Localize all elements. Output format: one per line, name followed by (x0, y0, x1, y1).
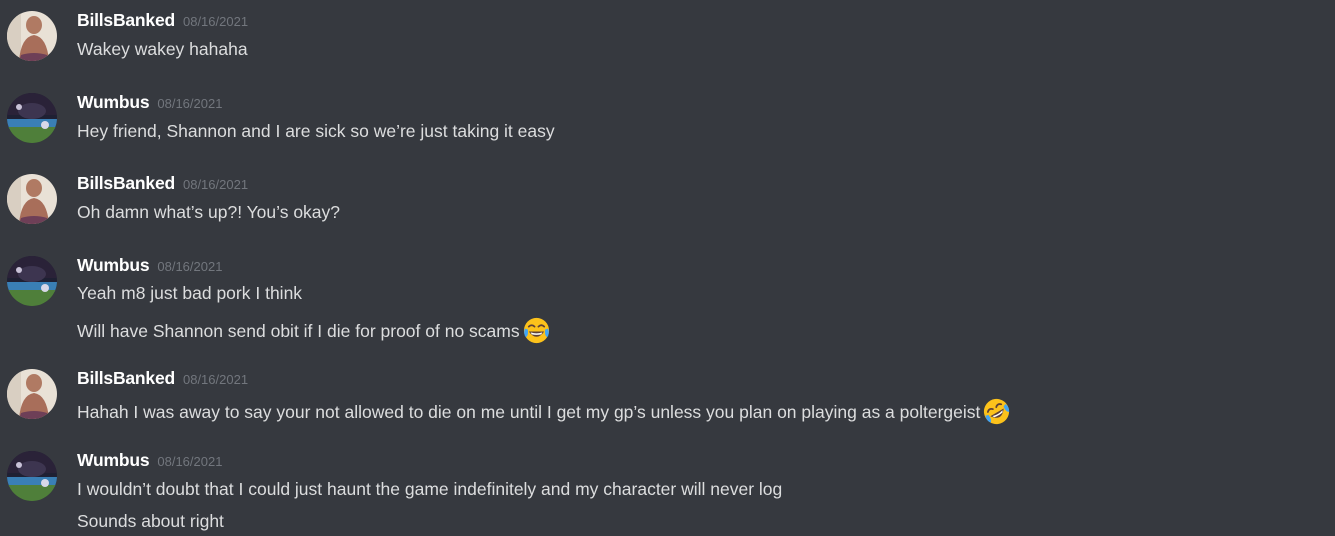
username[interactable]: BillsBanked (77, 173, 175, 193)
timestamp: 08/16/2021 (182, 177, 249, 192)
username[interactable]: Wumbus (77, 92, 150, 112)
message-text: Hahah I was away to say your not allowed… (77, 397, 1011, 426)
message-header: BillsBanked 08/16/2021 (77, 368, 248, 390)
timestamp: 08/16/2021 (182, 372, 249, 387)
username[interactable]: BillsBanked (77, 10, 175, 30)
message-content: Sounds about right (77, 511, 224, 531)
message-content: Hey friend, Shannon and I are sick so we… (77, 121, 555, 141)
message-header: BillsBanked 08/16/2021 (77, 173, 248, 195)
message-content: Will have Shannon send obit if I die for… (77, 321, 520, 341)
rolling-on-floor-laughing-icon[interactable] (982, 397, 1011, 426)
timestamp: 08/16/2021 (157, 454, 223, 469)
message-text: Oh damn what’s up?! You’s okay? (77, 201, 340, 223)
message-text: Will have Shannon send obit if I die for… (77, 316, 551, 345)
username[interactable]: Wumbus (77, 255, 150, 275)
face-with-tears-of-joy-icon[interactable] (522, 316, 551, 345)
username[interactable]: BillsBanked (77, 368, 175, 388)
message-header: Wumbus 08/16/2021 (77, 92, 222, 114)
user-avatar-wumbus[interactable] (7, 451, 57, 501)
user-avatar-wumbus[interactable] (7, 93, 57, 143)
timestamp: 08/16/2021 (182, 14, 249, 29)
user-avatar-billsbanked[interactable] (7, 174, 57, 224)
message-text: Wakey wakey hahaha (77, 38, 248, 60)
message-header: BillsBanked 08/16/2021 (77, 10, 248, 32)
message-text: Sounds about right (77, 510, 224, 532)
message-text: Hey friend, Shannon and I are sick so we… (77, 120, 555, 142)
message-content: Hahah I was away to say your not allowed… (77, 402, 981, 422)
message-content: Yeah m8 just bad pork I think (77, 283, 303, 303)
username[interactable]: Wumbus (77, 450, 150, 470)
timestamp: 08/16/2021 (157, 259, 223, 274)
message-content: Oh damn what’s up?! You’s okay? (77, 202, 341, 222)
timestamp: 08/16/2021 (157, 96, 223, 111)
message-header: Wumbus 08/16/2021 (77, 450, 222, 472)
message-text: I wouldn’t doubt that I could just haunt… (77, 478, 782, 500)
message-content: I wouldn’t doubt that I could just haunt… (77, 479, 783, 499)
message-text: Yeah m8 just bad pork I think (77, 282, 302, 304)
user-avatar-billsbanked[interactable] (7, 11, 57, 61)
message-header: Wumbus 08/16/2021 (77, 255, 222, 277)
user-avatar-billsbanked[interactable] (7, 369, 57, 419)
user-avatar-wumbus[interactable] (7, 256, 57, 306)
message-content: Wakey wakey hahaha (77, 39, 248, 59)
